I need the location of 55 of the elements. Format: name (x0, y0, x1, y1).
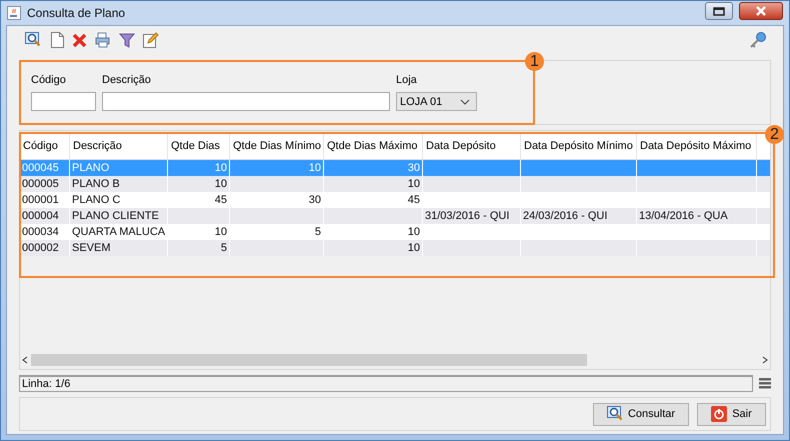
scroll-right-icon[interactable] (761, 356, 769, 364)
column-header[interactable]: Código (20, 134, 70, 159)
table-cell: PLANO CLIENTE (70, 208, 168, 224)
horizontal-scrollbar[interactable] (21, 354, 769, 366)
column-header[interactable]: Qtde Dias (168, 134, 230, 159)
table-row[interactable]: 000004 PLANO CLIENTE 31/03/2016 - QUI 24/03/2016 - QUI 13/04/2016 - QUA (20, 208, 770, 224)
table-cell: SEVEM (70, 240, 168, 256)
callout-badge: 2 (765, 125, 784, 144)
column-header[interactable]: Data Depósito Mínimo (521, 134, 637, 159)
table-cell: 5 (168, 240, 230, 256)
column-header[interactable]: Data Depósito Máximo (637, 134, 757, 159)
exit-button[interactable]: Sair (697, 402, 766, 426)
loja-dropdown[interactable]: LOJA 01 (396, 92, 477, 111)
descricao-input-field[interactable] (102, 92, 390, 111)
table-cell: PLANO B (70, 176, 168, 192)
restore-icon (713, 6, 725, 16)
menu-icon[interactable] (759, 378, 771, 389)
field-label: Loja (396, 73, 418, 88)
power-icon (711, 406, 728, 422)
codigo-input-field[interactable] (31, 92, 96, 111)
status-text: Linha: 1/6 (19, 375, 753, 392)
column-header[interactable]: Qtde Dias Máximo (324, 134, 423, 159)
window-title: Consulta de Plano (27, 6, 126, 20)
printer-icon[interactable] (95, 32, 111, 48)
table-cell: 13/04/2016 - QUA (637, 208, 757, 224)
field-label: Código (31, 73, 67, 88)
column-header[interactable]: Data Depósito (423, 134, 521, 159)
table-cell: 10 (324, 240, 423, 256)
edit-icon[interactable] (143, 32, 159, 48)
search-icon[interactable] (25, 32, 43, 48)
filter-icon[interactable] (119, 32, 135, 48)
table-row[interactable]: 000002 SEVEM 5 10 (20, 240, 770, 256)
search-button[interactable]: Consultar (593, 402, 689, 426)
callout-badge: 1 (525, 52, 544, 71)
table-cell: 10 (324, 176, 423, 192)
column-header[interactable]: Qtde Dias Mínimo (230, 134, 324, 159)
table-cell: 24/03/2016 - QUI (521, 208, 637, 224)
table-cell: 10 (168, 176, 230, 192)
chevron-down-icon (460, 98, 470, 104)
table-cell: 000002 (20, 240, 70, 256)
table-cell: 31/03/2016 - QUI (423, 208, 521, 224)
new-document-icon[interactable] (51, 32, 64, 48)
close-button[interactable] (739, 2, 783, 20)
table-cell: 000004 (20, 208, 70, 224)
table-row[interactable]: 000005 PLANO B 10 10 (20, 176, 770, 192)
scroll-left-icon[interactable] (21, 356, 29, 364)
key-icon[interactable] (749, 32, 767, 48)
restore-button[interactable] (705, 2, 733, 20)
search-icon (606, 406, 623, 422)
column-header[interactable]: Descrição (70, 134, 168, 159)
close-icon (755, 6, 767, 16)
field-label: Descrição (102, 73, 152, 88)
table-cell: 000005 (20, 176, 70, 192)
delete-icon[interactable] (72, 32, 87, 48)
java-cup-icon (7, 6, 21, 20)
